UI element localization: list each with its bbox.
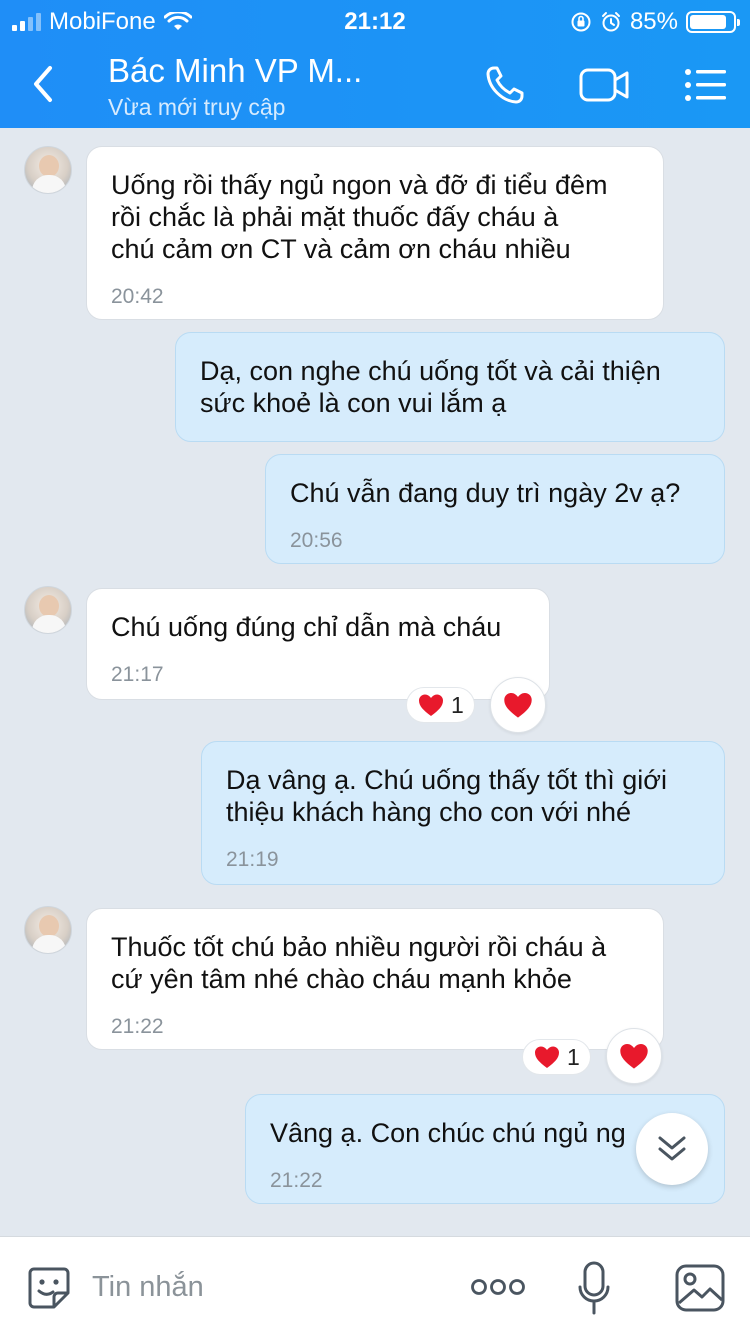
double-chevron-down-icon — [658, 1136, 686, 1161]
heart-icon — [535, 1046, 559, 1068]
heart-icon — [620, 1044, 648, 1069]
video-icon[interactable] — [578, 62, 630, 108]
message-bubble-incoming[interactable]: Thuốc tốt chú bảo nhiều người rồi cháu à… — [86, 908, 664, 1050]
orientation-lock-icon — [571, 12, 591, 32]
composer-bar — [0, 1236, 750, 1334]
message-time: 20:42 — [111, 285, 164, 308]
last-seen-status: Vừa mới truy cập — [108, 94, 286, 120]
message-bubble-incoming[interactable]: Uống rồi thấy ngủ ngon và đỡ đi tiểu đêm… — [86, 146, 664, 320]
battery-icon — [686, 11, 740, 33]
contact-avatar[interactable] — [24, 906, 72, 954]
heart-icon — [419, 694, 443, 716]
battery-percent: 85% — [629, 8, 678, 35]
chat-header: MobiFone 21:12 85% Bác Minh VP M... Vừa … — [0, 0, 750, 128]
message-text: Dạ, con nghe chú uống tốt và cải thiện s… — [200, 356, 661, 418]
more-options-icon[interactable] — [470, 1273, 526, 1301]
message-bubble-incoming[interactable]: Chú uống đúng chỉ dẫn mà cháu 21:17 — [86, 588, 550, 700]
phone-icon[interactable] — [480, 62, 532, 108]
message-bubble-outgoing[interactable]: Chú vẫn đang duy trì ngày 2v ạ? 20:56 — [265, 454, 725, 564]
contact-avatar[interactable] — [24, 586, 72, 634]
message-text: Chú uống đúng chỉ dẫn mà cháu — [111, 612, 502, 642]
message-time: 21:22 — [270, 1169, 323, 1192]
reaction-count: 1 — [451, 691, 464, 718]
image-icon[interactable] — [674, 1263, 726, 1313]
reaction-summary[interactable]: 1 — [406, 687, 475, 723]
message-time: 20:56 — [290, 529, 343, 552]
sticker-icon[interactable] — [26, 1265, 72, 1311]
microphone-icon[interactable] — [578, 1261, 610, 1315]
message-text: Dạ vâng ạ. Chú uống thấy tốt thì giới th… — [226, 765, 667, 827]
message-time: 21:19 — [226, 848, 279, 871]
status-bar: MobiFone 21:12 85% — [0, 0, 750, 40]
message-input[interactable] — [92, 1267, 442, 1307]
message-bubble-outgoing[interactable]: Dạ vâng ạ. Chú uống thấy tốt thì giới th… — [201, 741, 725, 885]
message-list[interactable]: Uống rồi thấy ngủ ngon và đỡ đi tiểu đêm… — [0, 128, 750, 1236]
message-bubble-outgoing[interactable]: Dạ, con nghe chú uống tốt và cải thiện s… — [175, 332, 725, 442]
back-icon[interactable] — [24, 60, 64, 108]
message-text: Uống rồi thấy ngủ ngon và đỡ đi tiểu đêm… — [111, 170, 608, 264]
contact-name[interactable]: Bác Minh VP M... — [108, 52, 362, 90]
contact-avatar[interactable] — [24, 146, 72, 194]
react-button[interactable] — [490, 677, 546, 733]
scroll-to-bottom-button[interactable] — [636, 1113, 708, 1185]
nav-bar: Bác Minh VP M... Vừa mới truy cập — [0, 40, 750, 128]
menu-icon[interactable] — [682, 62, 734, 108]
heart-icon — [504, 693, 532, 718]
reaction-count: 1 — [567, 1043, 580, 1070]
message-text: Chú vẫn đang duy trì ngày 2v ạ? — [290, 478, 681, 508]
message-time: 21:17 — [111, 663, 164, 686]
message-text: Thuốc tốt chú bảo nhiều người rồi cháu à… — [111, 932, 607, 994]
status-right: 85% — [570, 8, 740, 36]
alarm-icon — [601, 12, 620, 32]
react-button[interactable] — [606, 1028, 662, 1084]
reaction-summary[interactable]: 1 — [522, 1039, 591, 1075]
